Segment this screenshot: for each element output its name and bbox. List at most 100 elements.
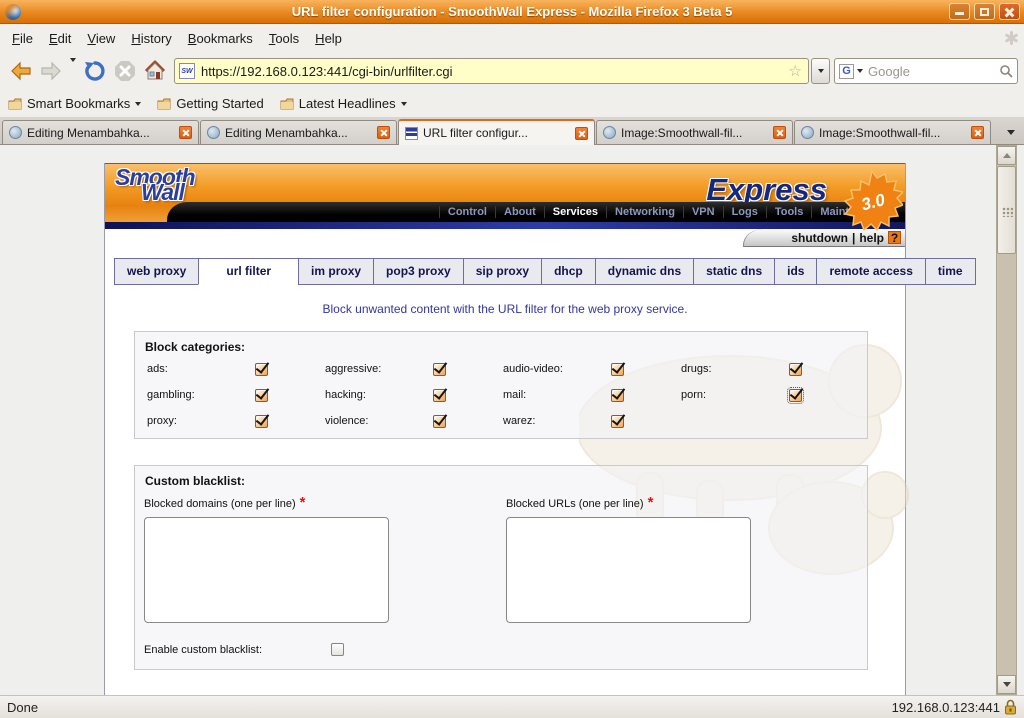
bookmark-item[interactable]: Smart Bookmarks <box>8 96 141 111</box>
search-box[interactable]: G <box>834 58 1018 84</box>
bookmark-item[interactable]: Getting Started <box>157 96 263 111</box>
chevron-down-icon <box>135 102 141 106</box>
menu-item[interactable]: History <box>123 26 179 51</box>
menu-item[interactable]: Bookmarks <box>180 26 261 51</box>
bookmarks-toolbar: Smart Bookmarks Getting Started Latest H… <box>0 90 1024 118</box>
nav-link[interactable]: Services <box>544 206 606 218</box>
lock-icon[interactable] <box>1004 699 1017 715</box>
menu-item[interactable]: Help <box>307 26 350 51</box>
url-history-dropdown[interactable] <box>811 58 830 84</box>
scroll-up-button[interactable] <box>997 146 1016 165</box>
tab-close-icon[interactable] <box>971 126 984 139</box>
search-input[interactable] <box>868 64 999 79</box>
menu-item[interactable]: View <box>79 26 123 51</box>
category-checkbox[interactable] <box>611 389 624 402</box>
category-checkbox[interactable] <box>433 363 446 376</box>
maximize-button[interactable] <box>974 3 995 20</box>
search-engine-dropdown[interactable] <box>857 69 863 73</box>
blocked-urls-textarea[interactable] <box>506 517 751 623</box>
tab-close-icon[interactable] <box>377 126 390 139</box>
category-checkbox[interactable] <box>789 363 802 376</box>
service-tab[interactable]: dynamic dns <box>595 258 694 285</box>
service-tab[interactable]: ids <box>774 258 817 285</box>
blocked-domains-textarea[interactable] <box>144 517 389 623</box>
service-tab[interactable]: web proxy <box>114 258 199 285</box>
category-checkbox[interactable] <box>789 389 802 402</box>
service-tab[interactable]: static dns <box>693 258 775 285</box>
category-row: violence: <box>325 414 503 428</box>
category-checkbox[interactable] <box>255 363 268 376</box>
back-icon <box>9 59 33 83</box>
service-tab[interactable]: remote access <box>816 258 925 285</box>
chevron-down-icon <box>70 58 76 79</box>
vertical-scrollbar[interactable] <box>996 145 1017 695</box>
category-checkbox[interactable] <box>255 389 268 402</box>
forward-icon <box>39 59 63 83</box>
enable-blacklist-checkbox[interactable] <box>331 643 344 656</box>
category-checkbox[interactable] <box>433 415 446 428</box>
help-link[interactable]: help <box>859 231 884 245</box>
url-bar[interactable]: SW ☆ <box>174 58 809 84</box>
tab-close-icon[interactable] <box>575 127 588 140</box>
stop-button[interactable] <box>110 56 140 86</box>
tab-favicon <box>801 126 814 139</box>
category-row: ads: <box>147 362 325 376</box>
chevron-down-icon <box>818 69 824 73</box>
reload-button[interactable] <box>80 56 110 86</box>
service-tab[interactable]: sip proxy <box>463 258 542 285</box>
scrollbar-thumb[interactable] <box>997 166 1016 254</box>
blue-divider <box>105 222 905 229</box>
service-tab[interactable]: url filter <box>198 258 299 285</box>
browser-tab[interactable]: URL filter configur... <box>398 119 595 145</box>
arrow-down-icon <box>1003 682 1011 687</box>
category-checkbox[interactable] <box>255 415 268 428</box>
nav-link[interactable]: Networking <box>606 206 683 218</box>
forward-button[interactable] <box>36 56 66 86</box>
browser-tab[interactable]: Image:Smoothwall-fil... <box>596 120 793 144</box>
bookmark-label: Latest Headlines <box>299 96 396 111</box>
service-tab[interactable]: pop3 proxy <box>373 258 464 285</box>
browser-tab[interactable]: Editing Menambahka... <box>2 120 199 144</box>
tab-label: Image:Smoothwall-fil... <box>819 126 966 140</box>
browser-tab[interactable]: Image:Smoothwall-fil... <box>794 120 991 144</box>
menu-item[interactable]: Tools <box>261 26 307 51</box>
service-tab[interactable]: im proxy <box>298 258 374 285</box>
section-title: Custom blacklist: <box>145 474 867 488</box>
window-titlebar[interactable]: URL filter configuration - SmoothWall Ex… <box>0 0 1024 24</box>
scroll-down-button[interactable] <box>997 675 1016 694</box>
category-checkbox[interactable] <box>611 363 624 376</box>
category-row: gambling: <box>147 388 325 402</box>
shutdown-link[interactable]: shutdown <box>791 231 848 245</box>
back-history-dropdown[interactable] <box>66 62 80 80</box>
nav-link[interactable]: Logs <box>723 206 766 218</box>
help-icon[interactable]: ? <box>888 231 901 244</box>
nav-link[interactable]: Tools <box>766 206 812 218</box>
status-bar: Done 192.168.0.123:441 <box>0 695 1024 718</box>
back-button[interactable] <box>6 56 36 86</box>
all-tabs-dropdown[interactable] <box>998 120 1024 144</box>
required-marker: * <box>648 494 654 511</box>
category-label: hacking: <box>325 389 433 401</box>
home-button[interactable] <box>140 56 170 86</box>
bookmark-icon <box>280 98 294 110</box>
menu-item[interactable]: File <box>4 26 41 51</box>
nav-link[interactable]: About <box>495 206 544 218</box>
tab-close-icon[interactable] <box>773 126 786 139</box>
category-checkbox[interactable] <box>433 389 446 402</box>
bookmark-star-icon[interactable]: ☆ <box>789 62 802 80</box>
nav-link[interactable]: VPN <box>683 206 723 218</box>
nav-link[interactable]: Control <box>439 206 495 218</box>
tab-close-icon[interactable] <box>179 126 192 139</box>
category-checkbox[interactable] <box>611 415 624 428</box>
menu-item[interactable]: Edit <box>41 26 79 51</box>
search-icon[interactable] <box>999 64 1013 78</box>
minimize-button[interactable] <box>949 3 970 20</box>
service-tab[interactable]: time <box>925 258 976 285</box>
home-icon <box>143 59 167 83</box>
browser-tab[interactable]: Editing Menambahka... <box>200 120 397 144</box>
close-button[interactable] <box>999 3 1020 20</box>
service-tab[interactable]: dhcp <box>541 258 596 285</box>
chevron-down-icon <box>401 102 407 106</box>
bookmark-item[interactable]: Latest Headlines <box>280 96 407 111</box>
url-input[interactable] <box>201 64 789 79</box>
